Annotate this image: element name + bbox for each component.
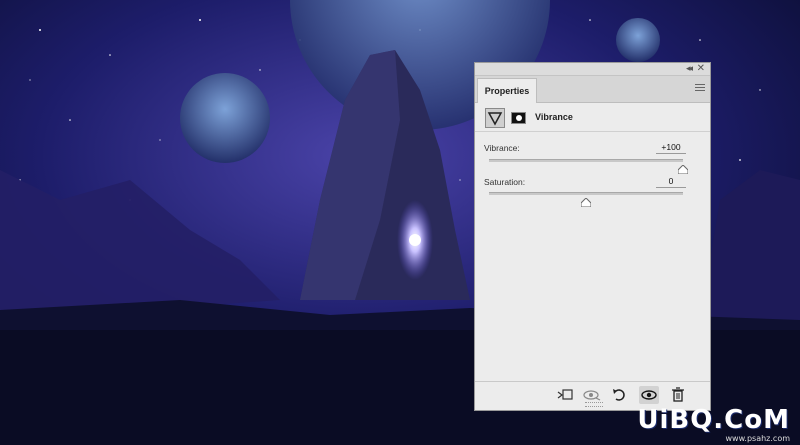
vibrance-label: Vibrance:: [484, 143, 520, 153]
visibility-eye-icon[interactable]: [639, 386, 659, 404]
vibrance-adjustment-icon[interactable]: [485, 108, 505, 128]
collapse-icon[interactable]: ◂◂: [686, 63, 693, 75]
watermark-text: UiBQ.CoM: [637, 405, 790, 435]
saturation-slider-thumb[interactable]: [580, 194, 592, 208]
watermark-logo: UiBQ.CoM www.psahz.com: [637, 405, 790, 443]
vibrance-slider-thumb[interactable]: [677, 161, 689, 175]
reset-icon[interactable]: [610, 386, 630, 404]
watermark-subtext: www.psahz.com: [725, 434, 790, 443]
clip-to-layer-icon[interactable]: [555, 386, 575, 404]
tab-bar: Properties: [475, 76, 710, 103]
saturation-value-field[interactable]: 0: [656, 176, 686, 188]
tab-properties[interactable]: Properties: [477, 78, 537, 103]
close-icon[interactable]: ✕: [697, 63, 705, 75]
adjustment-header: Vibrance: [475, 103, 710, 132]
layer-mask-icon[interactable]: [511, 112, 526, 124]
vibrance-value-field[interactable]: +100: [656, 142, 686, 154]
adjustment-title: Vibrance: [535, 112, 573, 122]
saturation-label: Saturation:: [484, 177, 526, 187]
vibrance-slider-track[interactable]: [489, 159, 683, 162]
panel-menu-icon[interactable]: [695, 84, 705, 92]
properties-panel: ◂◂ ✕ Properties Vibrance Vibrance: +100 …: [474, 62, 711, 411]
trash-icon[interactable]: [668, 386, 688, 404]
panel-title-bar: ◂◂ ✕: [475, 63, 710, 76]
resize-grip[interactable]: [585, 402, 603, 407]
panel-bottom-toolbar: [475, 381, 710, 408]
